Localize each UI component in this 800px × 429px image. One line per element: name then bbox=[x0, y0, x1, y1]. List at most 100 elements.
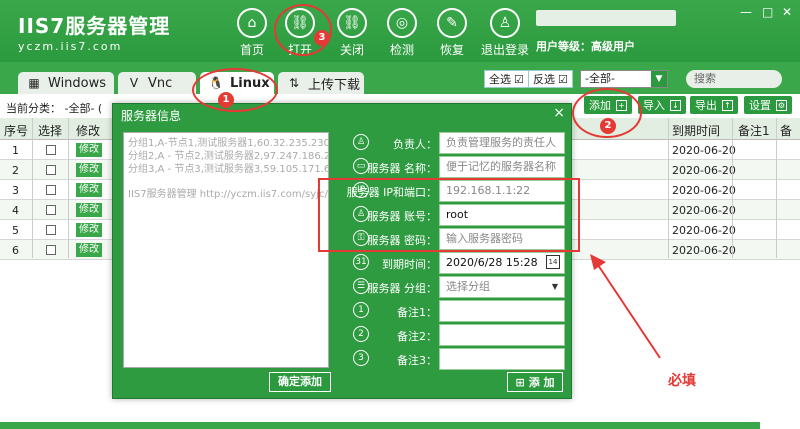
required-note: 必填 bbox=[668, 373, 696, 389]
row-number: 3 bbox=[12, 184, 19, 197]
field-input[interactable]: 2020/6/28 15:28 14 bbox=[439, 252, 565, 274]
row-checkbox[interactable] bbox=[46, 225, 56, 235]
nav-check-button[interactable]: ◎ 检测 bbox=[376, 6, 428, 60]
list-line: 分组3,A - 节点3,测试服务器3,59.105.171.69,a bbox=[128, 164, 329, 175]
search-input[interactable]: 搜索 bbox=[686, 70, 782, 88]
edit-button[interactable]: 修改 bbox=[76, 183, 102, 197]
maximize-icon[interactable]: □ bbox=[762, 5, 773, 19]
field-icon: ♙ bbox=[353, 134, 369, 150]
close-icon[interactable]: × bbox=[553, 105, 565, 121]
col-header: 选择 bbox=[38, 124, 63, 138]
nav-home-button[interactable]: ⌂ 首页 bbox=[226, 6, 278, 60]
field-icon: 1 bbox=[353, 302, 369, 318]
nav-logout-button[interactable]: ♙ 退出登录 bbox=[476, 6, 534, 60]
row-checkbox[interactable] bbox=[46, 165, 56, 175]
tab-vnc[interactable]: V Vnc bbox=[118, 72, 196, 94]
tab-label: 上传下载 bbox=[308, 77, 361, 93]
annotation-arrow bbox=[590, 254, 661, 359]
server-batch-textarea[interactable]: 分组1,A-节点1,测试服务器1,60.32.235.230,a 分组2,A -… bbox=[123, 132, 329, 368]
field-icon: 31 bbox=[353, 254, 369, 270]
col-header: 备注1 bbox=[738, 124, 770, 138]
field-label: 备注3： bbox=[397, 354, 437, 367]
col-header: 序号 bbox=[4, 124, 29, 138]
column-divider bbox=[776, 118, 777, 258]
chevron-down-icon: ▼ bbox=[651, 71, 667, 87]
nav-restore-button[interactable]: ✎ 恢复 bbox=[426, 6, 478, 60]
group-select-value: -全部- bbox=[585, 72, 615, 85]
field-input[interactable] bbox=[439, 324, 565, 346]
nav-label: 退出登录 bbox=[480, 43, 529, 57]
expire-date: 2020-06-20 bbox=[672, 224, 736, 237]
expire-date: 2020-06-20 bbox=[672, 144, 736, 157]
row-checkbox[interactable] bbox=[46, 245, 56, 255]
form-row: 1 备注1： bbox=[339, 300, 565, 322]
field-value: 2020/6/28 15:28 bbox=[446, 256, 538, 269]
select-all-button[interactable]: 全选 ☑ bbox=[484, 70, 529, 88]
column-divider bbox=[668, 118, 669, 258]
field-value: 便于记忆的服务器名称 bbox=[446, 160, 556, 173]
row-checkbox[interactable] bbox=[46, 185, 56, 195]
field-label: 服务器 名称： bbox=[367, 162, 438, 175]
confirm-add-button[interactable]: 确定添加 bbox=[269, 372, 331, 392]
dialog-add-button[interactable]: ⊞ 添 加 bbox=[507, 372, 563, 392]
expire-date: 2020-06-20 bbox=[672, 244, 736, 257]
transfer-icon: ⇅ bbox=[288, 76, 300, 90]
status-bar bbox=[0, 422, 760, 429]
invert-select-button[interactable]: 反选 ☑ bbox=[528, 70, 573, 88]
edit-button[interactable]: 修改 bbox=[76, 243, 102, 257]
tab-windows[interactable]: ▦ Windows bbox=[18, 72, 114, 94]
checkbox-icon: ☑ bbox=[514, 72, 524, 86]
minimize-icon[interactable]: — bbox=[740, 5, 752, 19]
field-label: 负责人： bbox=[393, 138, 437, 151]
expire-date: 2020-06-20 bbox=[672, 184, 736, 197]
annotation-required-box bbox=[318, 178, 580, 252]
field-input[interactable] bbox=[439, 300, 565, 322]
expire-date: 2020-06-20 bbox=[672, 204, 736, 217]
form-row: 2 备注2： bbox=[339, 324, 565, 346]
field-input[interactable]: 选择分组 ▼ bbox=[439, 276, 565, 298]
form-row: ♙ 负责人： 负责管理服务的责任人 bbox=[339, 132, 565, 154]
column-divider bbox=[732, 118, 733, 258]
form-row: 3 备注3： bbox=[339, 348, 565, 370]
field-input[interactable] bbox=[439, 348, 565, 370]
edit-button[interactable]: 修改 bbox=[76, 223, 102, 237]
field-value: 负责管理服务的责任人 bbox=[446, 136, 556, 149]
close-icon[interactable]: ✕ bbox=[782, 5, 792, 19]
logo-title: IIS7服务器管理 bbox=[18, 14, 171, 38]
nav-label: 恢复 bbox=[439, 43, 464, 57]
tab-upload-download[interactable]: ⇅ 上传下载 bbox=[278, 72, 364, 94]
checkbox-icon: ☑ bbox=[558, 72, 568, 86]
annotation-number: 3 bbox=[314, 30, 330, 46]
add-label: 添 加 bbox=[528, 376, 555, 389]
row-checkbox[interactable] bbox=[46, 145, 56, 155]
group-select[interactable]: -全部- ▼ bbox=[580, 70, 668, 88]
edit-button[interactable]: 修改 bbox=[76, 203, 102, 217]
expire-date: 2020-06-20 bbox=[672, 164, 736, 177]
annotation-number: 1 bbox=[218, 92, 234, 108]
import-label: 导入 bbox=[643, 99, 665, 112]
import-button[interactable]: 导入 ↓ bbox=[638, 96, 686, 114]
field-label: 备注2： bbox=[397, 330, 437, 343]
export-button[interactable]: 导出 ↑ bbox=[690, 96, 738, 114]
edit-button[interactable]: 修改 bbox=[76, 143, 102, 157]
field-input[interactable]: 负责管理服务的责任人 bbox=[439, 132, 565, 154]
nav-label: 首页 bbox=[239, 43, 264, 57]
annotation-number: 2 bbox=[600, 118, 616, 134]
edit-button[interactable]: 修改 bbox=[76, 163, 102, 177]
row-number: 6 bbox=[12, 244, 19, 257]
list-hint: IIS7服务器管理 http://yczm.iis7.com/syjc/ bbox=[128, 189, 328, 200]
settings-button[interactable]: 设置 ⚙ bbox=[744, 96, 792, 114]
row-checkbox[interactable] bbox=[46, 205, 56, 215]
gear-icon: ⚙ bbox=[776, 99, 787, 111]
form-row: ☰ 服务器 分组： 选择分组 ▼ bbox=[339, 276, 565, 298]
field-label: 服务器 分组： bbox=[367, 282, 438, 295]
nav-close-button[interactable]: ⛓ 关闭 bbox=[326, 6, 378, 60]
form-row: 31 到期时间： 2020/6/28 15:28 14 bbox=[339, 252, 565, 274]
field-icon: 3 bbox=[353, 350, 369, 366]
calendar-icon[interactable]: 14 bbox=[546, 255, 560, 269]
app-header: IIS7服务器管理 yczm.iis7.com ⌂ 首页 ⛓ 打开 ⛓ 关闭 ◎… bbox=[0, 0, 800, 62]
field-input[interactable]: 便于记忆的服务器名称 bbox=[439, 156, 565, 178]
logo-url: yczm.iis7.com bbox=[18, 40, 123, 53]
tab-label: Windows bbox=[48, 75, 107, 91]
annotation-circle-linux bbox=[192, 68, 278, 112]
